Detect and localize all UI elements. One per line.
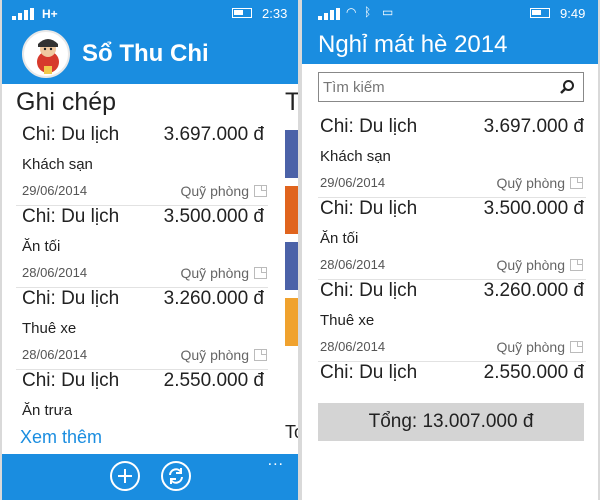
app-bar: ... (2, 452, 298, 500)
list-item[interactable]: Chi: Du lịch 3.697.000 đ Khách sạn 29/06… (2, 124, 298, 206)
entry-category: Chi: Du lịch (22, 124, 120, 145)
battery-icon (530, 8, 550, 18)
entry-date: 29/06/2014 (22, 183, 88, 198)
list-item[interactable]: Chi: Du lịch 3.500.000 đ Ăn tối 28/06/20… (2, 206, 298, 288)
entry-fund: Quỹ phòng (496, 175, 566, 191)
status-time: 2:33 (262, 6, 288, 21)
network-indicator: H+ (42, 7, 58, 21)
entry-category: Chi: Du lịch (320, 362, 418, 383)
entry-category: Chi: Du lịch (22, 370, 120, 391)
entry-category: Chi: Du lịch (22, 288, 120, 309)
fund-icon (254, 267, 267, 279)
entry-date: 28/06/2014 (320, 339, 386, 354)
entry-note: Ăn trưa (22, 402, 73, 419)
entry-amount: 3.500.000 đ (483, 198, 584, 219)
fund-icon (570, 341, 583, 353)
screenshot-stage: H+ 2:33 Sổ Thu Chi Ghi chép Tà (0, 0, 600, 500)
page-title: Nghỉ mát hè 2014 (318, 31, 508, 58)
list-item[interactable]: Chi: Du lịch 2.550.000 đ Ăn trưa (2, 370, 298, 420)
entry-amount: 2.550.000 đ (163, 370, 264, 391)
message-icon: ▭ (382, 5, 394, 19)
list-item[interactable]: Chi: Du lịch 3.697.000 đ Khách sạn 29/06… (302, 116, 598, 198)
list-item[interactable]: Chi: Du lịch 3.260.000 đ Thuê xe 28/06/2… (302, 280, 598, 362)
entry-category: Chi: Du lịch (320, 116, 418, 137)
see-more-link[interactable]: Xem thêm (20, 427, 102, 448)
entry-note: Thuê xe (320, 312, 375, 329)
entry-date: 28/06/2014 (320, 257, 386, 272)
phone-main-screen: H+ 2:33 Sổ Thu Chi Ghi chép Tà (2, 0, 298, 500)
phone-detail-screen: ◠ ᛒ ▭ 9:49 Nghỉ mát hè 2014 Chi: Du lịch… (302, 0, 598, 500)
entry-fund: Quỹ phòng (496, 257, 566, 273)
add-button[interactable] (110, 461, 140, 491)
entry-category: Chi: Du lịch (320, 280, 418, 301)
entry-amount: 3.260.000 đ (483, 280, 584, 301)
entry-amount: 2.550.000 đ (483, 362, 584, 383)
signal-icon (318, 8, 342, 20)
entry-note: Khách sạn (22, 156, 93, 173)
entry-note: Ăn tối (22, 238, 61, 255)
entry-category: Chi: Du lịch (320, 198, 418, 219)
pivot-header-next[interactable]: Tà (285, 88, 298, 117)
app-logo (22, 30, 70, 78)
wifi-icon: ◠ (346, 5, 357, 19)
status-bar: ◠ ᛒ ▭ 9:49 (302, 0, 598, 26)
entry-note: Thuê xe (22, 320, 77, 337)
search-input[interactable] (323, 77, 551, 97)
entry-date: 28/06/2014 (22, 347, 88, 362)
fund-icon (570, 259, 583, 271)
add-icon (118, 469, 132, 483)
entry-fund: Quỹ phòng (496, 339, 566, 355)
search-icon[interactable] (559, 79, 575, 95)
bluetooth-icon: ᛒ (364, 5, 372, 19)
next-pivot-label: To (285, 422, 298, 442)
entry-amount: 3.697.000 đ (483, 116, 584, 137)
entry-note: Khách sạn (320, 148, 391, 165)
entry-amount: 3.260.000 đ (163, 288, 264, 309)
pivot-header-current[interactable]: Ghi chép (16, 88, 116, 117)
entry-fund: Quỹ phòng (180, 347, 250, 363)
fund-icon (254, 349, 267, 361)
entry-amount: 3.500.000 đ (163, 206, 264, 227)
sync-button[interactable] (161, 461, 191, 491)
fund-icon (254, 185, 267, 197)
app-header: Sổ Thu Chi (2, 26, 298, 84)
battery-icon (232, 8, 252, 18)
app-title: Sổ Thu Chi (82, 40, 209, 67)
entry-category: Chi: Du lịch (22, 206, 120, 227)
entry-fund: Quỹ phòng (180, 183, 250, 199)
entry-date: 29/06/2014 (320, 175, 386, 190)
entry-date: 28/06/2014 (22, 265, 88, 280)
entry-fund: Quỹ phòng (180, 265, 250, 281)
total-bar: Tổng: 13.007.000 đ (318, 403, 584, 441)
search-box (318, 72, 584, 102)
list-item[interactable]: Chi: Du lịch 2.550.000 đ (302, 362, 598, 398)
page-header: Nghỉ mát hè 2014 (302, 26, 598, 64)
status-bar: H+ 2:33 (2, 0, 298, 26)
entry-note: Ăn tối (320, 230, 359, 247)
status-time: 9:49 (560, 6, 586, 21)
fund-icon (570, 177, 583, 189)
entry-amount: 3.697.000 đ (163, 124, 264, 145)
list-item[interactable]: Chi: Du lịch 3.260.000 đ Thuê xe 28/06/2… (2, 288, 298, 370)
signal-icon (12, 8, 36, 20)
list-item[interactable]: Chi: Du lịch 3.500.000 đ Ăn tối 28/06/20… (302, 198, 598, 280)
sync-icon (169, 468, 183, 484)
more-options-button[interactable]: ... (268, 452, 284, 470)
